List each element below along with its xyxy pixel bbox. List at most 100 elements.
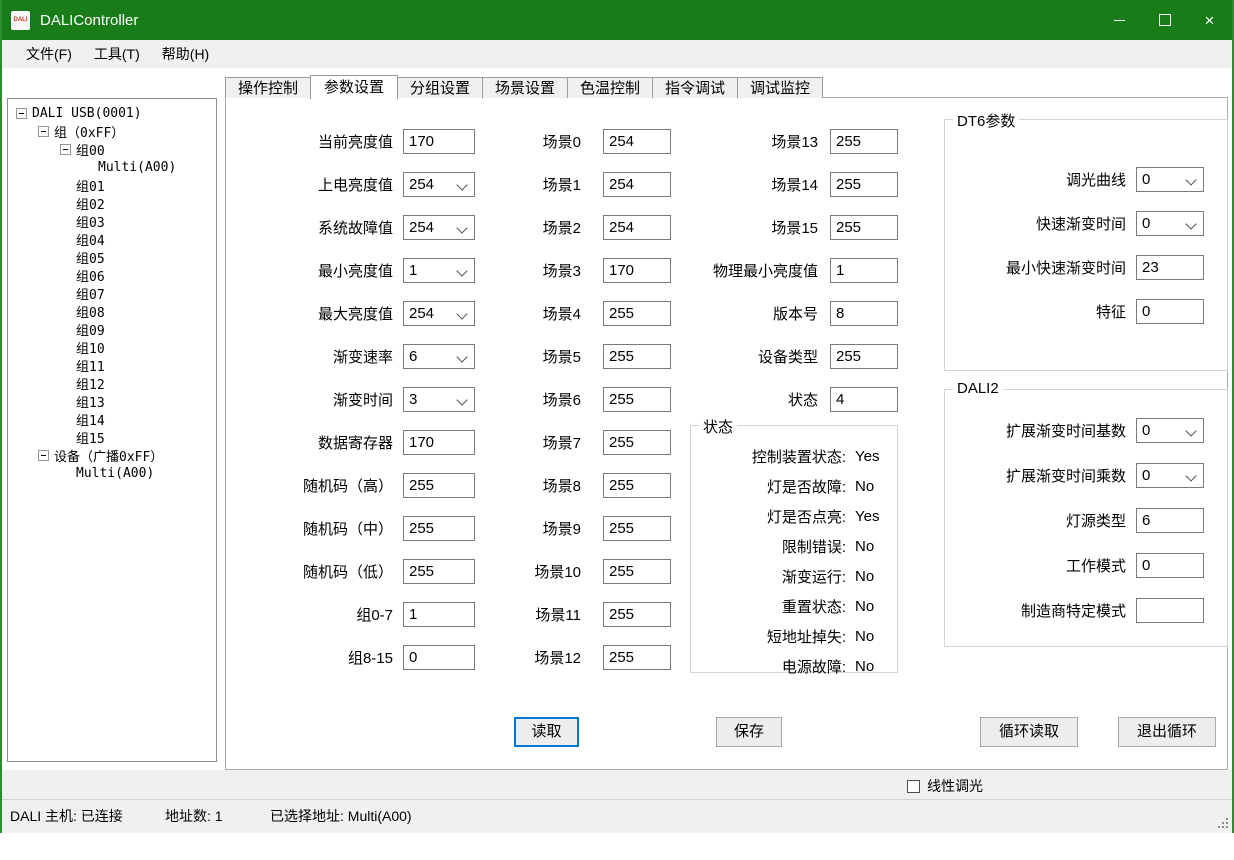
tree-item[interactable]: 组00 <box>8 140 216 158</box>
input-scene-10[interactable] <box>603 559 671 584</box>
tree-item[interactable]: Multi(A00) <box>8 464 216 482</box>
menu-item-file[interactable]: 文件(F) <box>15 40 83 68</box>
tree-item[interactable]: 组12 <box>8 374 216 392</box>
read-button[interactable]: 读取 <box>514 717 579 747</box>
input-scene-0[interactable] <box>603 129 671 154</box>
input-random-high[interactable] <box>403 473 475 498</box>
input-device-type[interactable] <box>830 344 898 369</box>
status-label-power-failure: 电源故障: <box>691 656 846 677</box>
field-label-scene-6: 场景6 <box>481 389 581 410</box>
input-scene-14[interactable] <box>830 172 898 197</box>
combo-ext-fade-base[interactable]: 0 <box>1136 418 1204 443</box>
input-operating-mode[interactable] <box>1136 553 1204 578</box>
input-scene-1[interactable] <box>603 172 671 197</box>
tab-debug-monitor[interactable]: 调试监控 <box>737 77 823 98</box>
tree-item[interactable]: 组08 <box>8 302 216 320</box>
input-scene-3[interactable] <box>603 258 671 283</box>
combo-value-power-on-level: 254 <box>409 176 434 193</box>
maximize-button[interactable] <box>1142 0 1187 40</box>
combo-ext-fade-multiplier[interactable]: 0 <box>1136 463 1204 488</box>
tree-item[interactable]: 设备（广播0xFF） <box>8 446 216 464</box>
tab-scene-settings[interactable]: 场景设置 <box>482 77 568 98</box>
input-random-mid[interactable] <box>403 516 475 541</box>
close-button[interactable]: × <box>1187 0 1232 40</box>
combo-fade-time[interactable]: 3 <box>403 387 475 412</box>
tab-command-debug[interactable]: 指令调试 <box>652 77 738 98</box>
combo-fade-rate[interactable]: 6 <box>403 344 475 369</box>
input-min-fast-fade-time[interactable] <box>1136 255 1204 280</box>
input-scene-9[interactable] <box>603 516 671 541</box>
tree-expand-toggle[interactable] <box>16 108 27 119</box>
tree-item[interactable]: 组07 <box>8 284 216 302</box>
combo-min-level[interactable]: 1 <box>403 258 475 283</box>
tree-expand-toggle[interactable] <box>60 144 71 155</box>
field-row-scene-15: 场景15 <box>683 215 898 240</box>
input-scene-7[interactable] <box>603 430 671 455</box>
save-button[interactable]: 保存 <box>716 717 782 747</box>
tree-item[interactable]: 组13 <box>8 392 216 410</box>
tree-item[interactable]: 组10 <box>8 338 216 356</box>
tab-group-settings[interactable]: 分组设置 <box>397 77 483 98</box>
input-random-low[interactable] <box>403 559 475 584</box>
input-version[interactable] <box>830 301 898 326</box>
tree-item[interactable]: 组03 <box>8 212 216 230</box>
menu-item-help[interactable]: 帮助(H) <box>151 40 220 68</box>
input-status-value[interactable] <box>830 387 898 412</box>
combo-dimming-curve[interactable]: 0 <box>1136 167 1204 192</box>
input-scene-11[interactable] <box>603 602 671 627</box>
input-group-0-7[interactable] <box>403 602 475 627</box>
combo-system-failure-level[interactable]: 254 <box>403 215 475 240</box>
tree-item[interactable]: 组（0xFF） <box>8 122 216 140</box>
tree-item[interactable]: 组09 <box>8 320 216 338</box>
field-row-data-register: 数据寄存器 <box>228 430 475 455</box>
status-label-limit-error: 限制错误: <box>691 536 846 557</box>
input-group-8-15[interactable] <box>403 645 475 670</box>
tree-item[interactable]: 组15 <box>8 428 216 446</box>
combo-value-ext-fade-base: 0 <box>1142 422 1150 439</box>
input-current-level[interactable] <box>403 129 475 154</box>
input-phys-min-level[interactable] <box>830 258 898 283</box>
input-scene-15[interactable] <box>830 215 898 240</box>
tree-item[interactable]: 组01 <box>8 176 216 194</box>
tree-item[interactable]: 组05 <box>8 248 216 266</box>
input-scene-13[interactable] <box>830 129 898 154</box>
input-scene-5[interactable] <box>603 344 671 369</box>
tree-item[interactable]: 组02 <box>8 194 216 212</box>
input-scene-2[interactable] <box>603 215 671 240</box>
tab-operation-control[interactable]: 操作控制 <box>225 77 311 98</box>
linear-dimming-checkbox[interactable]: 线性调光 <box>907 776 983 796</box>
field-row-fade-time: 渐变时间3 <box>228 387 475 412</box>
tab-color-temp-control[interactable]: 色温控制 <box>567 77 653 98</box>
app-window: DALI DALIController × 文件(F) 工具(T) 帮助(H) … <box>0 0 1234 833</box>
resize-grip-icon[interactable] <box>1226 826 1228 828</box>
tree-item[interactable]: 组04 <box>8 230 216 248</box>
loop-read-button[interactable]: 循环读取 <box>980 717 1078 747</box>
input-manufacturer-mode[interactable] <box>1136 598 1204 623</box>
exit-loop-button[interactable]: 退出循环 <box>1118 717 1216 747</box>
field-column-scenes-13-15-info: 场景13场景14场景15物理最小亮度值版本号设备类型状态 <box>683 129 898 430</box>
input-scene-8[interactable] <box>603 473 671 498</box>
input-features[interactable] <box>1136 299 1204 324</box>
combo-fast-fade-time[interactable]: 0 <box>1136 211 1204 236</box>
input-data-register[interactable] <box>403 430 475 455</box>
combo-max-level[interactable]: 254 <box>403 301 475 326</box>
input-scene-6[interactable] <box>603 387 671 412</box>
tab-parameter-settings[interactable]: 参数设置 <box>310 75 398 99</box>
menu-item-tools[interactable]: 工具(T) <box>83 40 151 68</box>
input-light-source-type[interactable] <box>1136 508 1204 533</box>
tree-item[interactable]: 组11 <box>8 356 216 374</box>
tree-item[interactable]: 组06 <box>8 266 216 284</box>
input-scene-4[interactable] <box>603 301 671 326</box>
tree-item[interactable]: 组14 <box>8 410 216 428</box>
field-row-fast-fade-time: 快速渐变时间0 <box>945 211 1227 236</box>
minimize-button[interactable] <box>1097 0 1142 40</box>
tree-item[interactable]: Multi(A00) <box>8 158 216 176</box>
status-value-fade-running: No <box>855 568 874 585</box>
combo-power-on-level[interactable]: 254 <box>403 172 475 197</box>
input-scene-12[interactable] <box>603 645 671 670</box>
field-row-scene-14: 场景14 <box>683 172 898 197</box>
tree-expand-toggle[interactable] <box>38 450 49 461</box>
field-row-scene-2: 场景2 <box>481 215 671 240</box>
tree-item[interactable]: DALI USB(0001) <box>8 104 216 122</box>
tree-expand-toggle[interactable] <box>38 126 49 137</box>
